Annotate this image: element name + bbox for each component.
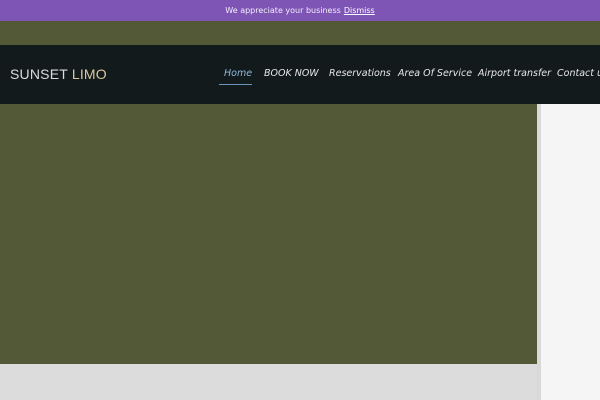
main-nav: Home BOOK NOW Reservations Area Of Servi… <box>0 45 600 104</box>
nav-item-area-of-service[interactable]: Area Of Service <box>398 69 472 79</box>
notice-bar: We appreciate your business Dismiss <box>0 0 600 21</box>
active-nav-underline <box>219 84 252 85</box>
nav-item-contact-us[interactable]: Contact us <box>557 69 600 79</box>
hero-section <box>0 104 537 364</box>
top-spacer <box>0 21 600 45</box>
dismiss-link[interactable]: Dismiss <box>344 6 375 15</box>
nav-item-home[interactable]: Home <box>224 69 252 79</box>
nav-item-airport-transfer[interactable]: Airport transfer <box>478 69 551 79</box>
nav-item-book-now[interactable]: BOOK NOW <box>264 69 319 79</box>
side-panel <box>541 104 600 400</box>
site-header: SUNSET LIMO Home BOOK NOW Reservations A… <box>0 45 600 104</box>
hero-bottom-band <box>0 364 537 400</box>
nav-item-reservations[interactable]: Reservations <box>329 69 391 79</box>
notice-message: We appreciate your business <box>225 6 341 15</box>
